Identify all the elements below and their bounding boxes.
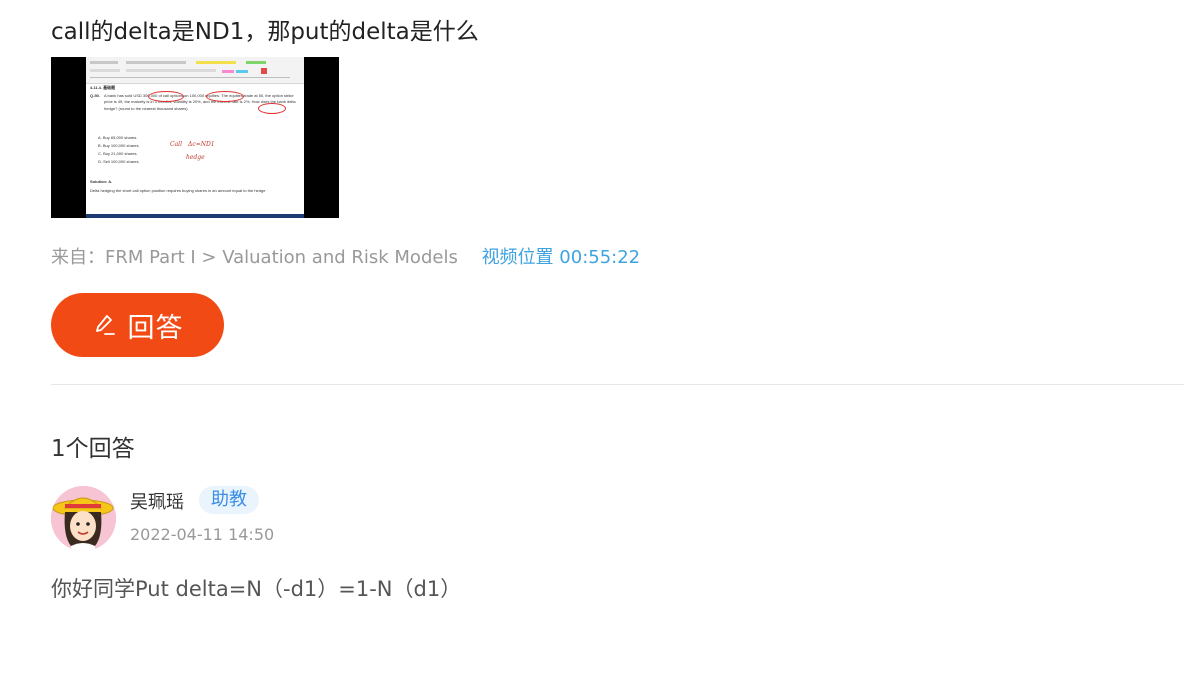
video-frame-taskbar [86,214,304,218]
answer-content: 你好同学Put delta=N（-d1）=1-N（d1） [51,577,462,601]
annotation-circle [258,103,286,114]
answer-button-label: 回答 [127,312,184,344]
role-badge: 助教 [199,486,259,514]
doc-heading: 4.11.4. 基础题 [90,85,116,90]
source-line: 来自：FRM Part I > Valuation and Risk Model… [51,243,640,269]
author-name[interactable]: 吴珮瑶 [130,488,184,514]
doc-solution-label: Solution: A. [90,179,113,184]
avatar-icon [51,486,116,551]
answers-count: 1个回答 [51,436,135,462]
video-frame-ribbon [86,57,304,84]
doc-question-label: Q-50. [90,93,101,98]
annotation-circle [206,91,244,102]
annotation-circle [148,91,184,102]
doc-solution-text: Delta hedging the short call option posi… [90,188,266,193]
video-position-link[interactable]: 视频位置 00:55:22 [482,247,641,268]
video-thumbnail[interactable]: 4.11.4. 基础题 Q-50. A bank has sold USD 30… [51,57,339,218]
divider [51,384,1184,385]
handwriting-hedge: hedge [186,154,205,161]
question-title: call的delta是ND1，那put的delta是什么 [51,19,479,45]
handwriting-delta: Δc=ND1 [188,141,215,148]
doc-option-a: A. Buy 65,000 shares. [98,135,138,140]
doc-option-c: C. Buy 21,000 shares. [98,151,138,156]
avatar[interactable] [51,486,116,551]
source-label: 来自：FRM Part I > Valuation and Risk Model… [51,247,458,268]
doc-option-b: B. Buy 100,000 shares. [98,143,140,148]
pencil-icon [92,313,116,337]
handwriting-call: Call [170,141,183,148]
video-frame-document: 4.11.4. 基础题 Q-50. A bank has sold USD 30… [86,57,304,218]
answer-time: 2022-04-11 14:50 [130,525,275,544]
doc-option-d: D. Sell 100,000 shares. [98,159,140,164]
answer-button[interactable]: 回答 [51,293,224,357]
